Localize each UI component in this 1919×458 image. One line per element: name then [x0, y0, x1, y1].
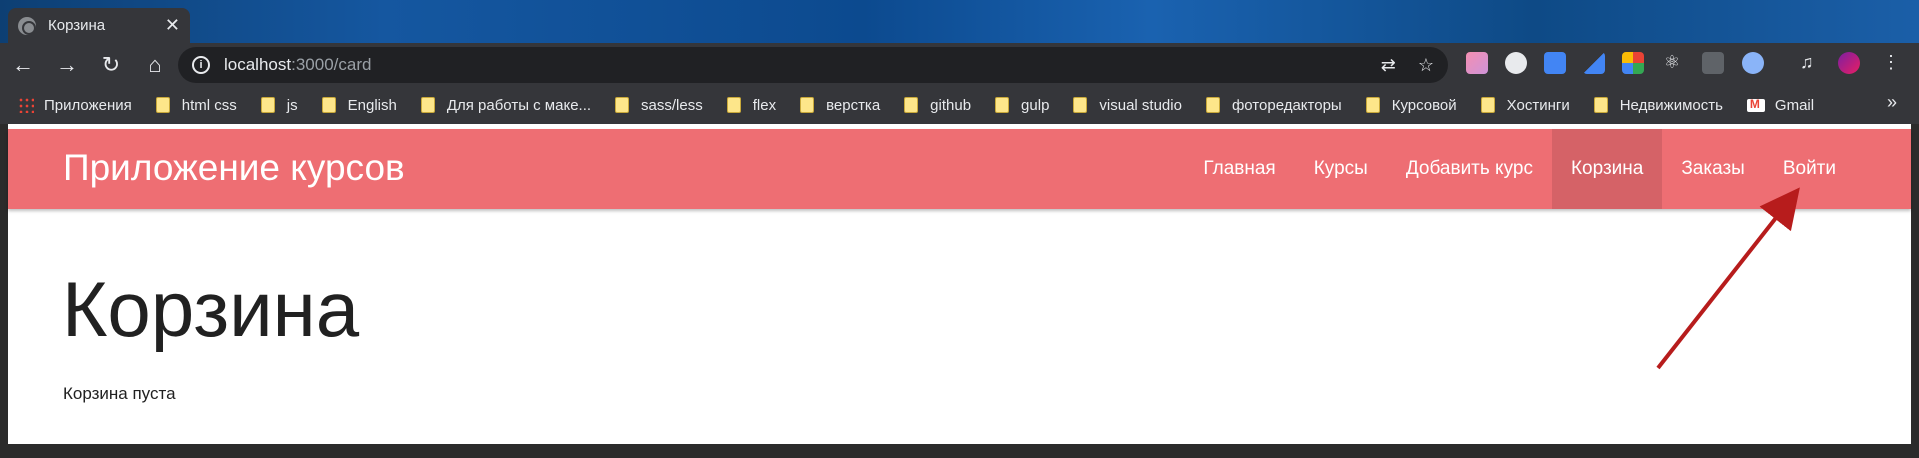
- annotation-arrow: [1656, 187, 1800, 370]
